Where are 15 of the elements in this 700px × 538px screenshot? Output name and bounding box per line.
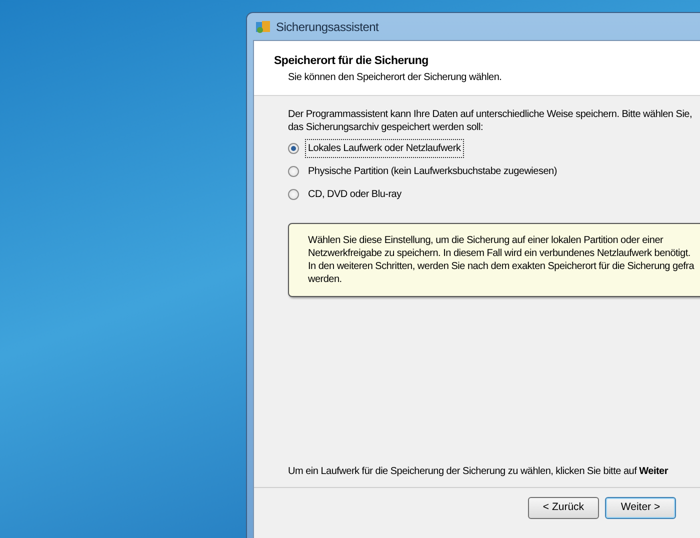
radio-button[interactable] bbox=[288, 143, 299, 154]
page-subtitle: Sie können den Speicherort der Sicherung wählen. bbox=[287, 71, 503, 86]
radio-button[interactable] bbox=[288, 166, 299, 177]
radio-button[interactable] bbox=[288, 189, 299, 200]
intro-text: Der Programmassistent kann Ihre Daten auf unterschiedliche Weise speichern. Bitte wählen Sie, das Sicherungsarchiv gespeichert werden soll: bbox=[288, 108, 694, 134]
app-icon bbox=[255, 18, 271, 34]
hint-text: Um ein Laufwerk für die Speicherung der Sicherung zu wählen, klicken Sie bitte auf Weiter bbox=[287, 465, 670, 479]
page-title: Speicherort für die Sicherung bbox=[274, 54, 430, 69]
option-label[interactable]: Physische Partition (kein Laufwerksbuchstabe zugewiesen) bbox=[305, 162, 560, 181]
next-button[interactable]: Weiter > bbox=[605, 497, 676, 519]
description-box: Wählen Sie diese Einstellung, um die Sicherung auf einer lokalen Partition oder einer Netzwerkfreigabe zu speichern. In diesem Fall wird ein verbundenes Netzlaufwerk benötigt. In den weiteren Schritten, werden Sie nach dem exakten Speicherort für die Sicherung gefra werden. bbox=[288, 223, 700, 297]
window-title: Sicherungsassistent bbox=[276, 18, 379, 36]
option-label[interactable]: Lokales Laufwerk oder Netzlaufwerk bbox=[305, 139, 464, 158]
option-label[interactable]: CD, DVD oder Blu-ray bbox=[305, 185, 404, 204]
back-button[interactable]: < Zurück bbox=[528, 497, 599, 519]
